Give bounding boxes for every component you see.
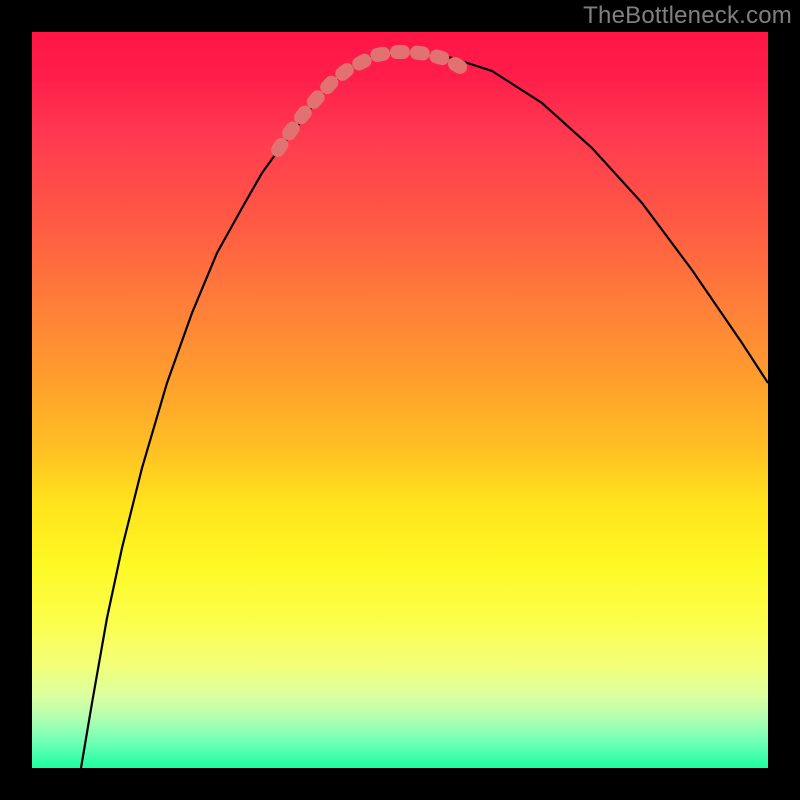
chart-container: TheBottleneck.com (0, 0, 800, 800)
highlighted-segment (278, 52, 462, 150)
chart-svg (32, 32, 768, 768)
plot-area (32, 32, 768, 768)
watermark-text: TheBottleneck.com (583, 2, 792, 30)
bottleneck-curve (81, 52, 768, 768)
